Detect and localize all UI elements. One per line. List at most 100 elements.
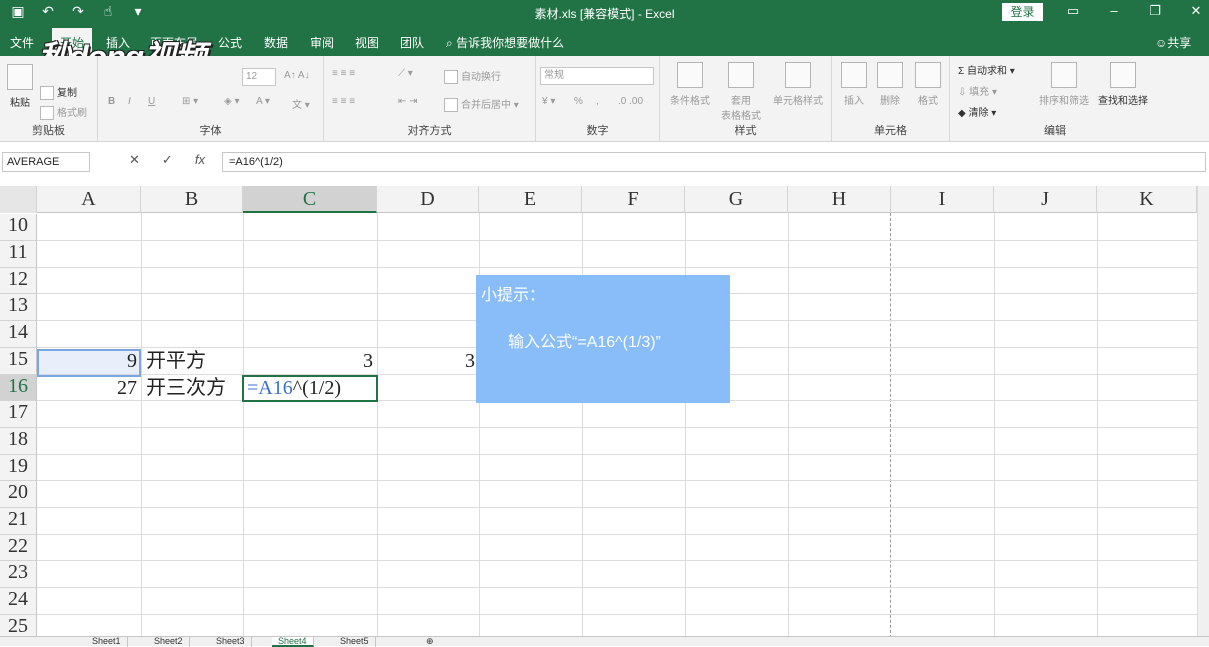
column-header-e[interactable]: E (479, 186, 582, 213)
tab-data[interactable]: 数据 (264, 34, 288, 51)
row-header-24[interactable]: 24 (0, 588, 37, 615)
close-icon[interactable]: ✕ (1186, 3, 1206, 19)
ribbon-display-icon[interactable]: ▭ (1063, 3, 1083, 19)
row-header-23[interactable]: 23 (0, 561, 37, 588)
login-button[interactable]: 登录 (1002, 3, 1043, 21)
row-header-22[interactable]: 22 (0, 535, 37, 561)
autosum-button[interactable]: Σ 自动求和 ▾ (958, 62, 1015, 77)
insert-cells-button[interactable]: 插入 (838, 62, 870, 107)
font-color-icon[interactable]: A ▾ (256, 96, 270, 107)
enter-icon[interactable]: ✓ (162, 152, 173, 172)
row-header-18[interactable]: 18 (0, 428, 37, 455)
tell-me-search[interactable]: ⌕ 告诉我你想要做什么 (446, 34, 564, 51)
tip-title: 小提示： (481, 287, 546, 304)
bold-button[interactable]: B (108, 96, 115, 107)
row-header-20[interactable]: 20 (0, 481, 37, 508)
vertical-scrollbar[interactable] (1197, 186, 1209, 636)
align-left-icon[interactable]: ≡ ≡ ≡ (332, 96, 355, 107)
wrap-text-button[interactable]: 自动换行 (444, 68, 501, 85)
merge-center-button[interactable]: 合并后居中 ▾ (444, 96, 519, 113)
row-header-13[interactable]: 13 (0, 294, 37, 321)
cancel-icon[interactable]: ✕ (129, 152, 140, 172)
row-header-14[interactable]: 14 (0, 321, 37, 348)
gridline (788, 213, 789, 636)
column-header-k[interactable]: K (1097, 186, 1197, 213)
orientation-icon[interactable]: ⟋ ▾ (398, 68, 413, 79)
gridline (37, 507, 1197, 508)
format-painter-button[interactable]: 格式刷 (40, 104, 87, 121)
paste-button[interactable]: 粘贴 (6, 64, 34, 109)
comma-icon[interactable]: , (596, 96, 599, 107)
gridline (37, 587, 1197, 588)
tab-team[interactable]: 团队 (400, 34, 424, 51)
border-icon[interactable]: ⊞ ▾ (182, 96, 198, 107)
row-header-16[interactable]: 16 (0, 375, 37, 401)
active-cell-c16[interactable] (242, 375, 378, 402)
top-align-icon[interactable]: ≡ ≡ ≡ (332, 68, 355, 79)
number-format-select[interactable]: 常规 (540, 67, 654, 85)
group-number: 常规 ¥ ▾ % , .0 .00 数字 (536, 56, 660, 142)
grow-font-icon[interactable]: A↑ A↓ (284, 70, 310, 81)
restore-icon[interactable]: ❐ (1145, 3, 1165, 19)
column-header-h[interactable]: H (788, 186, 891, 213)
column-header-f[interactable]: F (582, 186, 685, 213)
formula-bar: AVERAGE ✕ ✓ fx =A16^(1/2) (0, 150, 1209, 174)
fill-color-icon[interactable]: ◈ ▾ (224, 96, 240, 107)
sigma-icon: Σ (958, 66, 967, 77)
format-as-table-button[interactable]: 套用 表格格式 (716, 62, 766, 122)
tab-view[interactable]: 视图 (355, 34, 379, 51)
italic-button[interactable]: I (128, 96, 131, 107)
person-icon: ☺ (1155, 36, 1168, 50)
percent-button[interactable]: % (574, 96, 583, 107)
cell-b15[interactable]: 开平方 (146, 348, 206, 374)
group-editing: Σ 自动求和 ▾ ⇩ 填充 ▾ ◆ 清除 ▾ 排序和筛选 查找和选择 编辑 (950, 56, 1160, 142)
column-header-d[interactable]: D (377, 186, 479, 213)
share-button[interactable]: ☺共享 (1155, 34, 1191, 51)
row-header-15[interactable]: 15 (0, 348, 37, 375)
column-header-j[interactable]: J (994, 186, 1097, 213)
tab-formulas[interactable]: 公式 (218, 34, 242, 51)
copy-button[interactable]: 复制 (40, 84, 77, 101)
font-size-select[interactable]: 12 (242, 68, 276, 86)
insert-function-icon[interactable]: fx (195, 152, 205, 172)
worksheet-grid[interactable]: A B C D E F G H I J K 10 11 12 13 14 15 … (0, 186, 1197, 636)
cell-a16[interactable]: 27 (40, 375, 137, 401)
cell-a15[interactable]: 9 (40, 348, 137, 374)
row-header-11[interactable]: 11 (0, 241, 37, 268)
row-header-25[interactable]: 25 (0, 615, 37, 636)
column-header-i[interactable]: I (891, 186, 994, 213)
indent-icon[interactable]: ⇤ ⇥ (398, 96, 418, 107)
column-header-b[interactable]: B (141, 186, 243, 213)
delete-cells-button[interactable]: 删除 (874, 62, 906, 107)
column-header-a[interactable]: A (37, 186, 141, 213)
minimize-icon[interactable]: – (1104, 3, 1124, 18)
row-header-12[interactable]: 12 (0, 268, 37, 294)
underline-button[interactable]: U (148, 96, 155, 107)
fill-button[interactable]: ⇩ 填充 ▾ (958, 83, 997, 98)
conditional-format-button[interactable]: 条件格式 (666, 62, 714, 107)
row-header-19[interactable]: 19 (0, 455, 37, 481)
cell-b16[interactable]: 开三次方 (146, 375, 226, 401)
currency-icon[interactable]: ¥ ▾ (542, 96, 555, 107)
sort-filter-button[interactable]: 排序和筛选 (1036, 62, 1092, 107)
cell-c15[interactable]: 3 (246, 348, 373, 374)
formula-input[interactable]: =A16^(1/2) (222, 152, 1206, 172)
cell-styles-button[interactable]: 单元格样式 (768, 62, 828, 107)
select-all-corner[interactable] (0, 186, 37, 213)
row-header-21[interactable]: 21 (0, 508, 37, 535)
row-header-10[interactable]: 10 (0, 214, 37, 241)
cell-d15[interactable]: 3 (380, 348, 475, 374)
tab-review[interactable]: 审阅 (310, 34, 334, 51)
format-cells-button[interactable]: 格式 (912, 62, 944, 107)
clear-button[interactable]: ◆ 清除 ▾ (958, 104, 996, 119)
column-header-c[interactable]: C (243, 186, 377, 213)
row-header-17[interactable]: 17 (0, 401, 37, 428)
tab-file[interactable]: 文件 (10, 34, 34, 51)
column-header-g[interactable]: G (685, 186, 788, 213)
decimal-icon[interactable]: .0 .00 (618, 96, 643, 107)
merge-icon (444, 98, 458, 113)
name-box[interactable]: AVERAGE (2, 152, 90, 172)
group-styles: 条件格式 套用 表格格式 单元格样式 样式 (660, 56, 832, 142)
find-select-button[interactable]: 查找和选择 (1094, 62, 1152, 107)
phonetic-icon[interactable]: 文 ▾ (292, 96, 310, 111)
